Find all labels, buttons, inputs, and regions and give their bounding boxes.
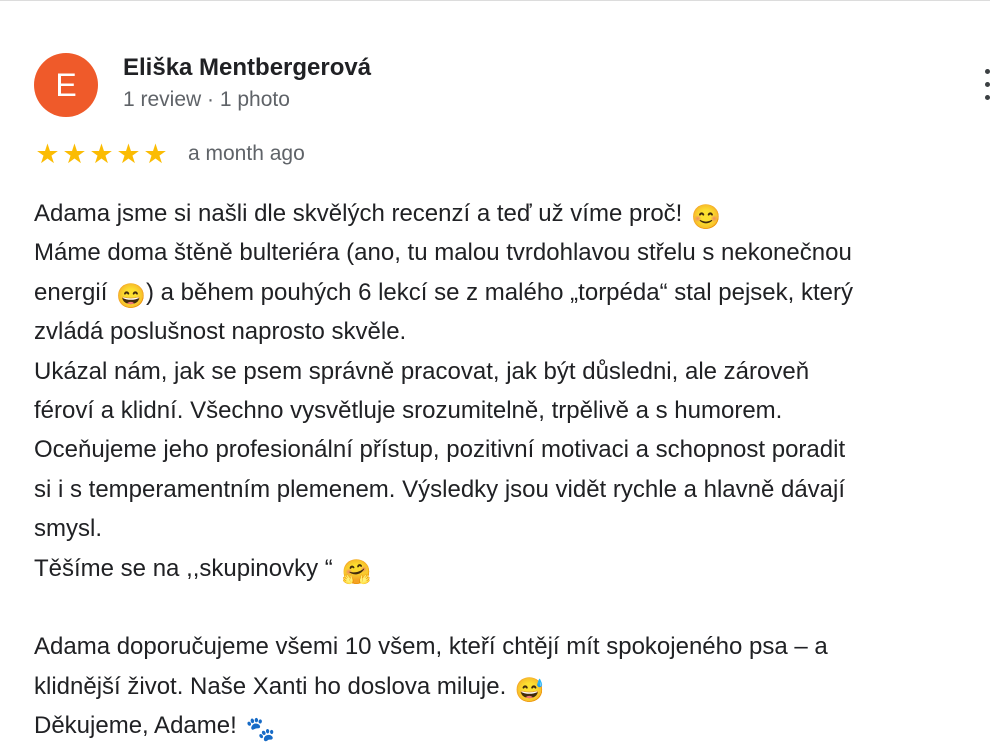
review-line-text: klidnější život. Naše Xanti ho doslova m…	[34, 672, 507, 700]
more-dot	[985, 82, 990, 87]
review-line: si i s temperamentním plemenem. Výsledky…	[34, 470, 990, 509]
grinning-face-emoji: 😄	[116, 282, 146, 310]
review-line: energií 😄) a během pouhých 6 lekcí se z …	[34, 273, 990, 312]
review-line: Adama doporučujeme všemi 10 všem, kteří …	[34, 627, 990, 666]
star-icon: ★	[143, 138, 168, 170]
star-icon: ★	[89, 138, 114, 170]
star-icon: ★	[116, 138, 141, 170]
review-line-text: Těšíme se na ,,skupinovky “	[34, 554, 333, 582]
review-line-text: Adama jsme si našli dle skvělých recenzí…	[34, 200, 683, 227]
more-vertical-icon[interactable]	[980, 65, 990, 105]
star-icon: ★	[62, 138, 87, 170]
review-line-text: ) a během pouhých 6 lekcí se z malého „t…	[145, 278, 853, 306]
review-line-text: Oceňujeme jeho profesionální přístup, po…	[34, 436, 846, 464]
review-line: klidnější život. Naše Xanti ho doslova m…	[34, 667, 990, 706]
author-meta: 1 review · 1 photo	[123, 88, 290, 111]
star-rating: ★ ★ ★ ★ ★	[34, 141, 169, 168]
avatar-initial: E	[55, 66, 77, 103]
review-card: E Eliška Mentbergerová 1 review · 1 phot…	[0, 0, 990, 756]
grinning-sweat-emoji: 😅	[514, 676, 545, 704]
review-line: smysl.	[34, 509, 990, 548]
review-line: zvládá poslušnost naprosto skvěle.	[34, 312, 990, 351]
rating-row: ★ ★ ★ ★ ★ a month ago	[34, 139, 305, 169]
review-line: Ukázal nám, jak se psem správně pracovat…	[34, 352, 990, 391]
review-line-text: si i s temperamentním plemenem. Výsledky…	[34, 475, 846, 503]
avatar[interactable]: E	[34, 53, 98, 117]
more-dot	[985, 95, 990, 100]
more-dot	[985, 69, 990, 74]
review-line-text: energií	[34, 278, 108, 306]
star-icon: ★	[35, 138, 60, 170]
review-line-text: smysl.	[34, 515, 102, 543]
review-text: Adama jsme si našli dle skvělých recenzí…	[34, 194, 990, 745]
review-line-text: Adama doporučujeme všemi 10 všem, kteří …	[34, 633, 828, 661]
review-line: Děkujeme, Adame! 🐾	[34, 706, 990, 745]
review-line-text: féroví a klidní. Všechno vysvětluje sroz…	[34, 396, 783, 424]
smiling-face-emoji: 😊	[691, 204, 721, 231]
review-line: Těšíme se na ,,skupinovky “ 🤗	[34, 549, 990, 588]
author-name[interactable]: Eliška Mentbergerová	[123, 54, 371, 82]
paw-prints-emoji: 🐾	[245, 716, 276, 744]
review-line-text: Děkujeme, Adame!	[34, 712, 237, 740]
review-line-text: Ukázal nám, jak se psem správně pracovat…	[34, 357, 810, 385]
review-line: Máme doma štěně bulteriéra (ano, tu malo…	[34, 233, 990, 272]
hugging-face-emoji: 🤗	[341, 558, 372, 586]
review-line: Oceňujeme jeho profesionální přístup, po…	[34, 430, 990, 469]
review-line-text: Máme doma štěně bulteriéra (ano, tu malo…	[34, 239, 852, 267]
review-date: a month ago	[188, 142, 305, 165]
review-line-text: zvládá poslušnost naprosto skvěle.	[34, 318, 407, 346]
review-line: féroví a klidní. Všechno vysvětluje sroz…	[34, 391, 990, 430]
review-line: Adama jsme si našli dle skvělých recenzí…	[34, 194, 990, 233]
